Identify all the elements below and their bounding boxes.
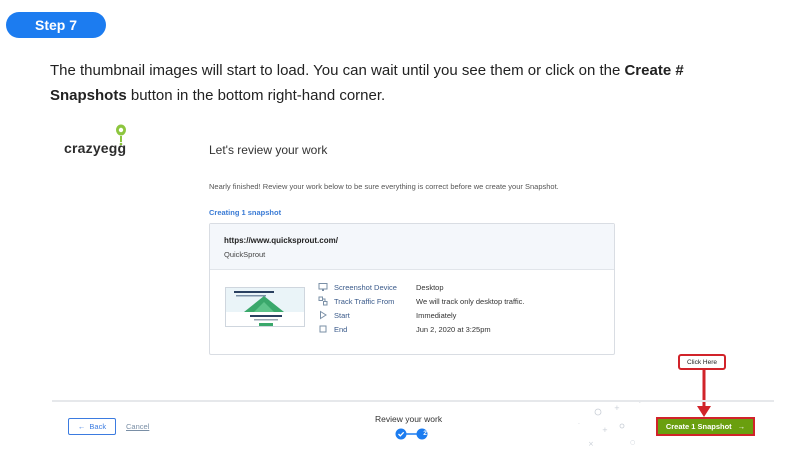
detail-value-end: Jun 2, 2020 at 3:25pm [416,325,491,334]
thumbnail-image [226,288,304,326]
page-title: Let's review your work [209,143,328,157]
svg-text:○: ○ [630,439,635,446]
card-url: https://www.quicksprout.com/ [224,236,338,245]
arrow-right-icon: → [737,422,746,431]
step-label: Step 7 [6,12,106,38]
back-button[interactable]: ← Back [68,418,116,435]
svg-text:+: + [614,404,620,412]
page-subtitle: Nearly finished! Review your work below … [209,182,559,191]
down-arrow-icon [697,368,711,417]
detail-track-traffic: Track Traffic From [318,296,394,306]
cancel-link[interactable]: Cancel [126,422,149,431]
arrow-left-icon: ← [77,422,86,431]
detail-value-device: Desktop [416,283,444,292]
creating-label: Creating 1 snapshot [209,208,282,217]
progress-label: Review your work [375,414,443,424]
detail-end: End [318,324,347,334]
svg-text:×: × [588,440,594,448]
footer-divider [52,400,774,402]
create-snapshot-button[interactable]: Create 1 Snapshot → [656,417,755,436]
monitor-icon [318,282,328,292]
detail-screenshot-device: Screenshot Device [318,282,397,292]
svg-text:+: + [602,426,608,434]
progress-step-number: 2 [423,430,427,437]
play-icon [318,310,328,320]
snapshot-card: https://www.quicksprout.com/ QuickSprout… [209,223,615,355]
detail-value-traffic: We will track only desktop traffic. [416,297,525,306]
stop-icon [318,324,328,334]
detail-start: Start [318,310,350,320]
instructions-text: The thumbnail images will start to load.… [50,62,684,104]
svg-text:·: · [578,421,580,428]
egg-logo-icon [116,124,126,146]
detail-value-start: Immediately [416,311,457,320]
card-header: https://www.quicksprout.com/ QuickSprout [210,224,614,270]
traffic-icon [318,296,328,306]
snapshot-thumbnail [225,287,305,327]
decorative-pattern: + + × · • ○ [578,399,642,448]
card-site-name: QuickSprout [224,250,266,259]
